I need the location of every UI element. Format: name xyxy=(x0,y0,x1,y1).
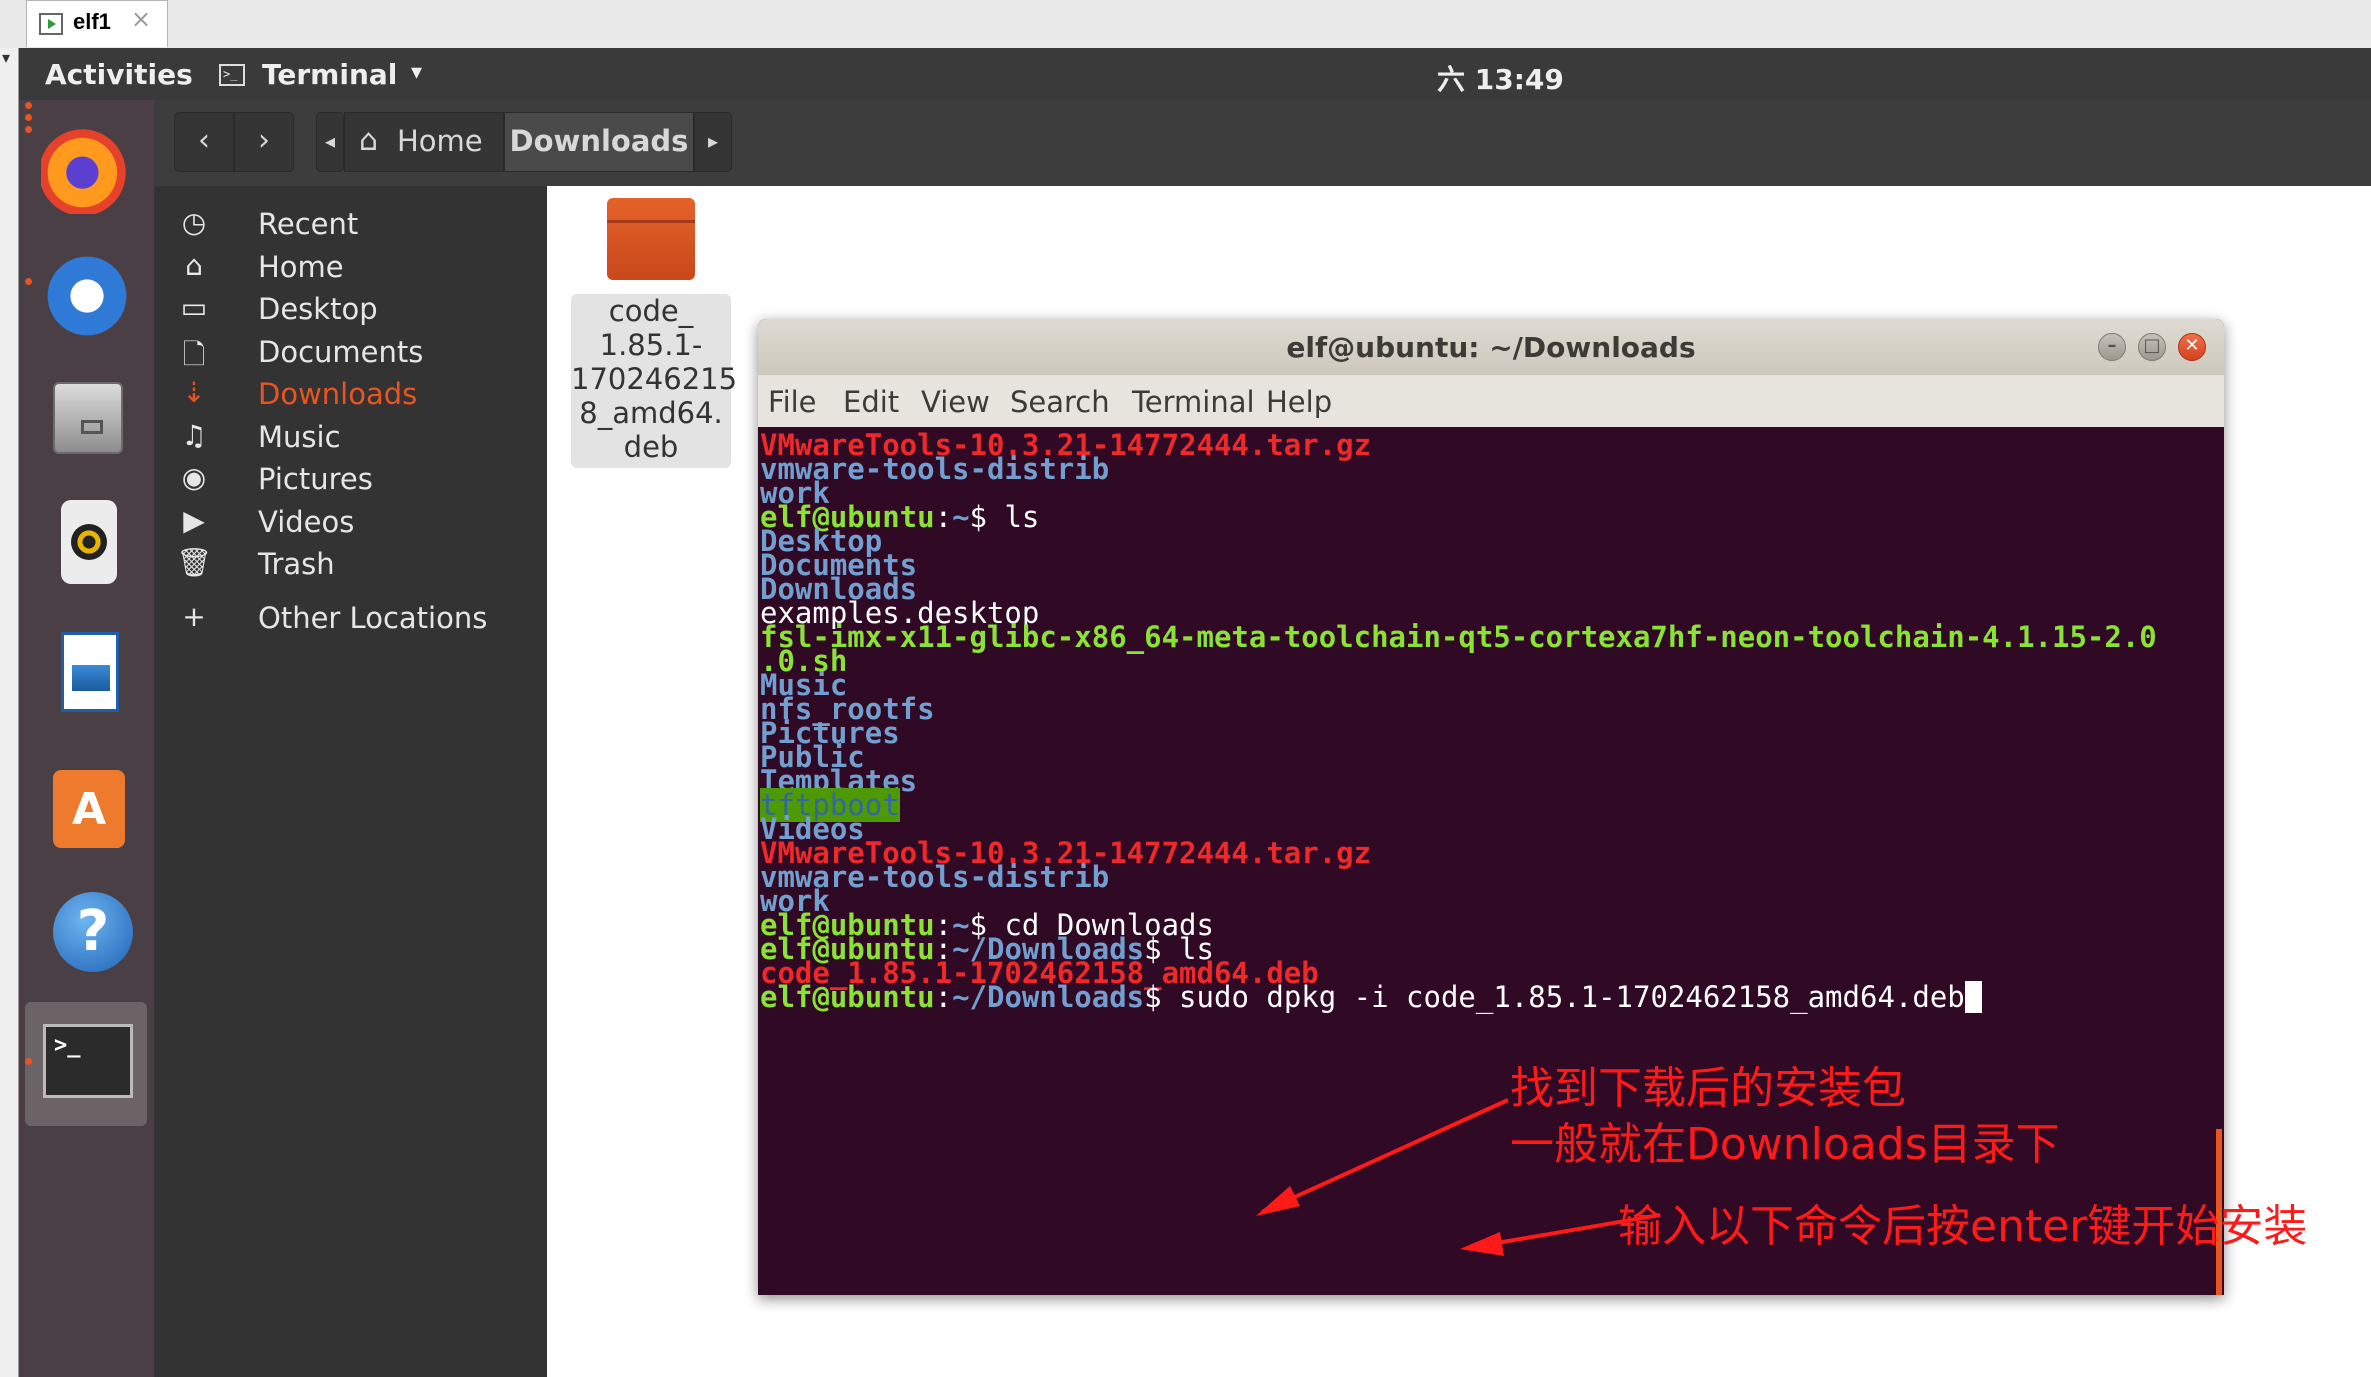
other-locations-icon: + xyxy=(182,600,206,633)
file-name-line: 8_amd64. xyxy=(579,396,723,430)
thunderbird-icon[interactable] xyxy=(41,250,133,342)
terminal-title: elf@ubuntu: ~/Downloads xyxy=(1286,331,1696,364)
file-name-line: code_ xyxy=(608,294,694,328)
vm-left-edge: ▾ xyxy=(0,48,19,1377)
home-icon: ⌂ xyxy=(359,123,379,158)
vm-tab-title: elf1 xyxy=(73,9,111,34)
breadcrumb-home[interactable]: ⌂ Home xyxy=(344,112,504,172)
annotation-find-package: 找到下载后的安装包 xyxy=(1510,1063,1906,1114)
terminal-line: elf@ubuntu:~/Downloads$ sudo dpkg -i cod… xyxy=(760,979,1982,1015)
sidebar-item-label: Downloads xyxy=(258,377,418,411)
videos-icon: ▶ xyxy=(183,504,205,537)
terminal-line: fsl-imx-x11-glibc-x86_64-meta-toolchain-… xyxy=(760,619,2157,655)
desktop-folder-icon: ▭ xyxy=(180,291,208,324)
downloads-icon: ⇣ xyxy=(182,376,206,409)
deb-package-icon xyxy=(607,198,695,280)
software-store-icon[interactable]: A xyxy=(41,760,133,852)
rhythmbox-icon[interactable] xyxy=(41,496,133,588)
close-button[interactable]: ✕ xyxy=(2178,333,2206,361)
terminal-text: elf@ubuntu xyxy=(760,980,935,1014)
places-sidebar: ◷ Recent ⌂ Home ▭ Desktop 🗋 Documents ⇣ … xyxy=(154,186,547,1377)
app-menu-button[interactable]: Terminal xyxy=(262,58,397,91)
help-icon[interactable]: ? xyxy=(41,886,133,978)
terminal-text: fsl-imx-x11-glibc-x86_64-meta-toolchain-… xyxy=(760,620,2157,654)
running-indicator xyxy=(25,114,32,121)
running-indicator xyxy=(25,102,32,109)
menu-help[interactable]: Help xyxy=(1266,385,1332,419)
menu-search[interactable]: Search xyxy=(1010,385,1110,419)
back-button[interactable]: ‹ xyxy=(174,112,234,172)
file-name-line: 170246215 xyxy=(571,362,738,396)
sidebar-item-trash[interactable]: 🗑 Trash xyxy=(154,534,547,594)
terminal-text: $ ls xyxy=(969,500,1040,534)
vm-machine-icon xyxy=(39,13,63,35)
sidebar-item-label: Other Locations xyxy=(258,601,488,635)
maximize-button[interactable]: □ xyxy=(2138,333,2166,361)
sidebar-item-label: Recent xyxy=(258,207,359,241)
terminal-text: ~/Downloads xyxy=(952,980,1145,1014)
files-icon[interactable] xyxy=(41,372,133,464)
breadcrumb-home-label: Home xyxy=(397,124,483,158)
sidebar-item-other-locations[interactable]: + Other Locations xyxy=(154,588,547,648)
running-indicator xyxy=(25,126,32,133)
sidebar-item-label: Desktop xyxy=(258,292,378,326)
terminal-app-icon: >_ xyxy=(219,64,245,86)
terminal-text: ~ xyxy=(952,500,970,534)
annotation-downloads-dir: 一般就在Downloads目录下 xyxy=(1510,1119,2060,1170)
breadcrumb-scroll-left[interactable]: ◂ xyxy=(316,112,344,172)
vm-tab[interactable]: elf1 × xyxy=(26,0,168,47)
menu-edit[interactable]: Edit xyxy=(843,385,899,419)
terminal-menubar: File Edit View Search Terminal Help xyxy=(758,375,2224,427)
running-indicator xyxy=(25,1058,32,1065)
file-name-line: 1.85.1- xyxy=(599,328,703,362)
vm-tab-bar: elf1 × xyxy=(0,0,2371,49)
firefox-icon[interactable] xyxy=(41,122,133,214)
file-name-line: deb xyxy=(623,430,679,464)
file-name: code_ 1.85.1- 170246215 8_amd64. deb xyxy=(571,294,738,464)
breadcrumb-downloads[interactable]: Downloads xyxy=(504,112,694,172)
dock: A ? >_ xyxy=(19,100,154,1377)
home-icon: ⌂ xyxy=(185,249,203,282)
app-menu-arrow-icon[interactable]: ▾ xyxy=(411,60,422,85)
terminal-titlebar[interactable]: elf@ubuntu: ~/Downloads – □ ✕ xyxy=(758,319,2224,375)
breadcrumb-scroll-right[interactable]: ▸ xyxy=(694,112,732,172)
forward-button[interactable]: › xyxy=(234,112,294,172)
menu-view[interactable]: View xyxy=(921,385,990,419)
vm-tab-close-icon[interactable]: × xyxy=(131,5,151,33)
clock[interactable]: 六 13:49 xyxy=(1437,58,1564,98)
pictures-icon: ◉ xyxy=(181,461,207,494)
running-indicator xyxy=(25,278,32,285)
gnome-top-bar: Activities >_ Terminal ▾ 六 13:49 xyxy=(19,48,2371,100)
vm-edge-arrow-icon: ▾ xyxy=(2,48,11,67)
terminal-icon[interactable]: >_ xyxy=(41,1016,133,1108)
writer-icon[interactable] xyxy=(41,626,133,718)
terminal-text: : xyxy=(934,500,953,534)
menu-file[interactable]: File xyxy=(768,385,817,419)
sidebar-item-label: Trash xyxy=(258,547,335,581)
terminal-text: : xyxy=(934,980,953,1014)
sidebar-item-label: Pictures xyxy=(258,462,373,496)
files-header-bar: ‹ › ◂ ⌂ Home Downloads ▸ xyxy=(154,100,2371,186)
menu-terminal[interactable]: Terminal xyxy=(1132,385,1255,419)
terminal-cursor xyxy=(1964,981,1982,1013)
activities-button[interactable]: Activities xyxy=(45,58,193,91)
annotation-press-enter: 输入以下命令后按enter键开始安装 xyxy=(1618,1201,2308,1252)
recent-icon: ◷ xyxy=(181,206,207,239)
minimize-button[interactable]: – xyxy=(2098,333,2126,361)
trash-icon: 🗑 xyxy=(176,546,212,579)
terminal-text: $ sudo dpkg -i code_1.85.1-1702462158_am… xyxy=(1144,980,1965,1014)
music-icon: ♫ xyxy=(181,419,207,452)
